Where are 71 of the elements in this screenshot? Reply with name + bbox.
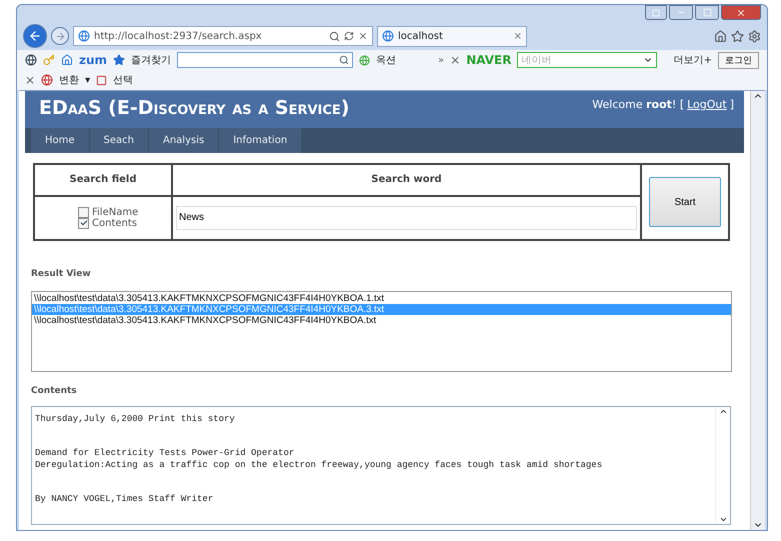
scroll-down-icon[interactable] bbox=[718, 515, 728, 524]
maximize-button[interactable] bbox=[695, 5, 719, 20]
result-item[interactable]: \\localhost\test\data\3.305413.KAKFTMKNXCPSOFMGNIC43FF4I4H0YKBOA.txt bbox=[32, 315, 731, 326]
contents-paragraph: Demand for Electricity Tests Power-Grid Operator Deregulation:Acting as a traffic cop on the electron freeway,young agency faces tough task amid shortages bbox=[35, 447, 604, 471]
tab-close[interactable]: × bbox=[514, 30, 522, 42]
contents-paragraph: By NANCY VOGEL,Times Staff Writer bbox=[35, 493, 214, 505]
more-link[interactable]: 더보기+ bbox=[674, 53, 712, 67]
site-title: EDaaS (E-Discovery as a Service) bbox=[39, 97, 350, 121]
restore-button[interactable] bbox=[645, 5, 667, 20]
globe-icon bbox=[41, 74, 54, 86]
naver-logo: NAVER bbox=[466, 53, 512, 67]
forward-button[interactable] bbox=[51, 27, 69, 45]
welcome-text: Welcome root! [ bbox=[592, 98, 684, 113]
nav-item[interactable]: Seach bbox=[90, 128, 148, 153]
select-link[interactable]: 선택 bbox=[113, 73, 134, 87]
square-icon bbox=[96, 74, 108, 86]
forward-icon bbox=[54, 30, 66, 42]
search-placeholder: 네이버 bbox=[521, 54, 552, 67]
column-header: Search word bbox=[173, 165, 642, 196]
caret[interactable]: ▾ bbox=[85, 74, 90, 86]
restore-icon bbox=[652, 8, 660, 16]
star-icon[interactable] bbox=[731, 30, 744, 42]
more-arrows[interactable]: » bbox=[438, 54, 444, 66]
checkbox-label: FileName bbox=[92, 206, 138, 218]
tab-title: localhost bbox=[398, 30, 443, 42]
convert-link[interactable]: 변환 bbox=[59, 73, 80, 87]
search-word-field[interactable]: News bbox=[176, 206, 637, 230]
search-icon bbox=[339, 55, 350, 65]
nav-item[interactable]: Analysis bbox=[149, 128, 218, 153]
checkbox[interactable] bbox=[78, 218, 89, 229]
nav-item[interactable]: Infomation bbox=[219, 128, 302, 153]
address-bar[interactable]: http://localhost:2937/search.aspx bbox=[73, 26, 373, 46]
globe-icon[interactable] bbox=[25, 54, 37, 66]
address-text: http://localhost:2937/search.aspx bbox=[94, 30, 262, 42]
section-label: Contents bbox=[31, 386, 78, 396]
globe-icon bbox=[359, 54, 370, 66]
column-header: Search field bbox=[35, 165, 173, 196]
back-button[interactable] bbox=[23, 24, 47, 48]
login-button[interactable]: 로그인 bbox=[718, 52, 759, 68]
globe-icon bbox=[78, 30, 90, 42]
checkbox-label: Contents bbox=[92, 218, 137, 229]
browser-tab[interactable]: localhost × bbox=[377, 26, 527, 46]
toolbar-close[interactable]: × bbox=[450, 53, 460, 67]
home-icon[interactable] bbox=[714, 30, 727, 42]
globe-icon bbox=[382, 30, 394, 42]
start-button[interactable]: Start bbox=[649, 177, 721, 227]
refresh-icon bbox=[344, 31, 354, 41]
zum-logo[interactable]: zum bbox=[79, 53, 108, 67]
home-icon[interactable] bbox=[61, 54, 73, 66]
settings-icon[interactable] bbox=[748, 30, 761, 42]
toolbar-close[interactable]: × bbox=[25, 73, 36, 87]
bracket-text: ] bbox=[730, 98, 734, 113]
close-icon bbox=[736, 8, 746, 18]
checkbox[interactable] bbox=[78, 206, 89, 218]
close-button[interactable] bbox=[721, 5, 761, 20]
contents-paragraph: Thursday,July 6,2000 Print this story bbox=[35, 413, 236, 425]
result-item[interactable]: \\localhost\test\data\3.305413.KAKFTMKNXCPSOFMGNIC43FF4I4H0YKBOA.1.txt bbox=[32, 293, 731, 304]
check-icon bbox=[80, 219, 88, 228]
section-label: Result View bbox=[31, 269, 92, 279]
auction-link[interactable]: 옥션 bbox=[376, 53, 396, 67]
star-icon bbox=[113, 54, 126, 66]
stop-icon bbox=[358, 31, 368, 41]
nav-item[interactable]: Home bbox=[31, 128, 89, 153]
favorites-link[interactable]: 즐겨찾기 bbox=[131, 53, 172, 67]
back-icon bbox=[28, 29, 42, 43]
maximize-icon bbox=[702, 8, 712, 17]
scroll-up-icon[interactable] bbox=[718, 407, 728, 416]
search-icon bbox=[329, 30, 340, 42]
logout-link[interactable]: LogOut bbox=[687, 98, 727, 128]
search-field[interactable] bbox=[177, 52, 354, 68]
minimize-button[interactable] bbox=[669, 5, 693, 20]
